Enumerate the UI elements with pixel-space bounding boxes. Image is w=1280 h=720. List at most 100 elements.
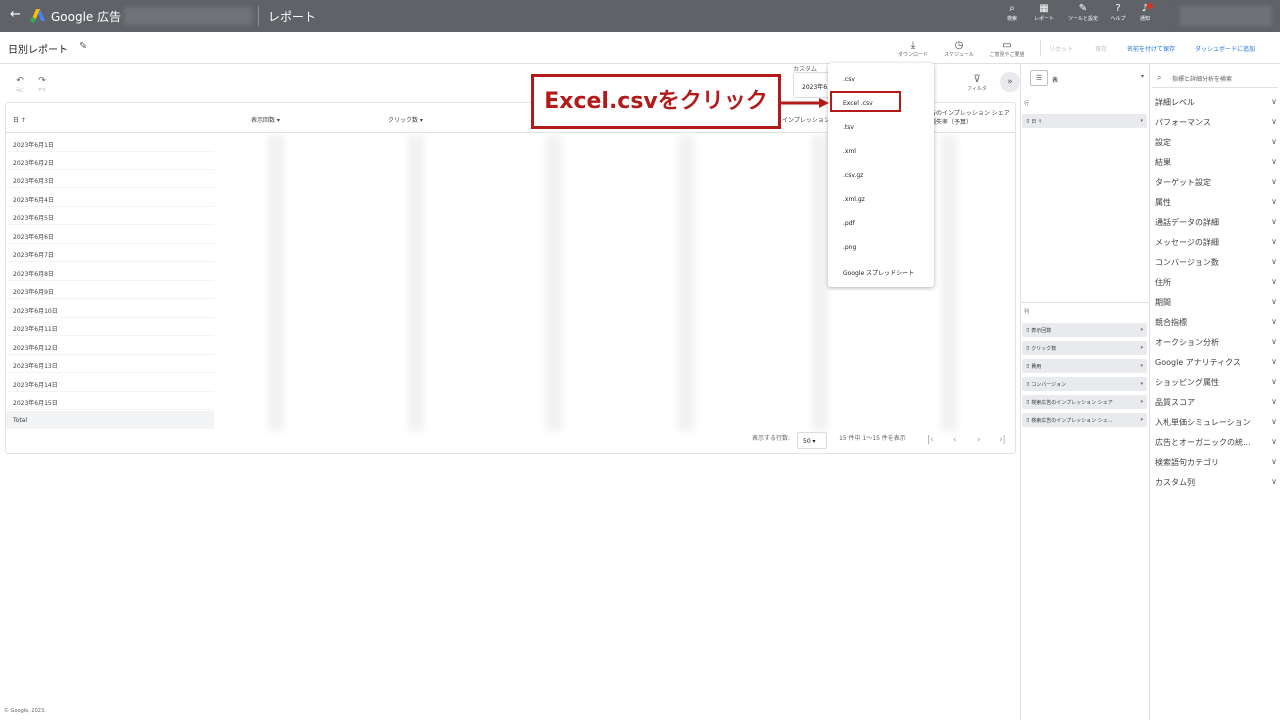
metric-category-item[interactable]: ショッピング属性 ∨ bbox=[1155, 377, 1277, 397]
schedule-button[interactable]: ◷ スケジュール bbox=[939, 40, 979, 58]
column-chip[interactable]: ⠿ クリック数 ▾ bbox=[1022, 341, 1147, 355]
notification-badge bbox=[1147, 3, 1153, 9]
metric-category-item[interactable]: カスタム列 ∨ bbox=[1155, 477, 1277, 497]
metric-category-item[interactable]: Google アナリティクス ∨ bbox=[1155, 357, 1277, 377]
table-row: 2023年6月2日 bbox=[6, 152, 214, 170]
prev-page-icon[interactable]: ‹ bbox=[953, 435, 957, 445]
first-page-icon[interactable]: |‹ bbox=[927, 435, 934, 445]
feedback-button[interactable]: ▭ ご意見やご要望 bbox=[987, 40, 1027, 58]
chevron-down-icon: ∨ bbox=[1271, 257, 1277, 266]
metric-category-item[interactable]: 競合指標 ∨ bbox=[1155, 317, 1277, 337]
metric-category-item[interactable]: 住所 ∨ bbox=[1155, 277, 1277, 297]
menu-item-tsv[interactable]: .tsv bbox=[828, 115, 934, 139]
column-header-date[interactable]: 日 ↑ bbox=[13, 115, 26, 124]
chevron-down-icon: ∨ bbox=[1271, 317, 1277, 326]
last-page-icon[interactable]: ›| bbox=[999, 435, 1006, 445]
save-button[interactable]: 保存 bbox=[1095, 44, 1107, 53]
chevron-down-icon: ∨ bbox=[1271, 377, 1277, 386]
row-chip-date[interactable]: ⠿ 日 ↑ ▾ bbox=[1022, 114, 1147, 128]
app-brand[interactable]: Google 広告 bbox=[51, 8, 121, 25]
chevron-down-icon: ∨ bbox=[1271, 117, 1277, 126]
chevron-down-icon: ∨ bbox=[1271, 417, 1277, 426]
blurred-values bbox=[408, 135, 424, 431]
column-header-impression-share[interactable]: インプレッション bbox=[782, 115, 830, 124]
blurred-values bbox=[812, 135, 828, 431]
table-row: 2023年6月14日 bbox=[6, 374, 214, 392]
expand-panel-button[interactable]: » bbox=[1000, 72, 1020, 92]
columns-section-label: 列 bbox=[1024, 309, 1030, 315]
metric-category-item[interactable]: 入札単価シミュレーション ∨ bbox=[1155, 417, 1277, 437]
chevron-down-icon: ∨ bbox=[1271, 477, 1277, 486]
column-header-impressions[interactable]: 表示回数 ▾ bbox=[251, 115, 280, 124]
edit-pencil-icon[interactable]: ✎ bbox=[79, 41, 87, 52]
reports-icon: ▦ bbox=[1039, 3, 1049, 14]
metric-category-item[interactable]: 結果 ∨ bbox=[1155, 157, 1277, 177]
filter-button[interactable]: ⊽ フィルタ bbox=[960, 74, 994, 92]
redo-button[interactable]: ↷ やり bbox=[35, 76, 49, 92]
menu-item-png[interactable]: .png bbox=[828, 235, 934, 259]
column-chip[interactable]: ⠿ 検索広告のインプレッション シェア ▾ bbox=[1022, 395, 1147, 409]
table-icon: ☰ bbox=[1030, 70, 1048, 86]
column-header-clicks[interactable]: クリック数 ▾ bbox=[388, 115, 423, 124]
pagination-range: 15 件中 1～15 件を表示 bbox=[839, 435, 906, 442]
redo-icon: ↷ bbox=[38, 76, 46, 86]
menu-item-pdf[interactable]: .pdf bbox=[828, 211, 934, 235]
download-button[interactable]: ⤓ ダウンロード bbox=[893, 40, 933, 58]
undo-icon: ↶ bbox=[16, 76, 24, 86]
topbar-tools-button[interactable]: ✎ ツールと設定 bbox=[1066, 3, 1100, 22]
rows-per-page-select[interactable]: 50 ▾ bbox=[797, 432, 827, 449]
column-chip[interactable]: ⠿ 表示回数 ▾ bbox=[1022, 323, 1147, 337]
metric-category-item[interactable]: 属性 ∨ bbox=[1155, 197, 1277, 217]
metric-category-item[interactable]: 広告とオーガニックの統... ∨ bbox=[1155, 437, 1277, 457]
visualization-select[interactable]: ☰ 表 ▾ bbox=[1028, 70, 1144, 88]
reset-button[interactable]: リセット bbox=[1049, 44, 1073, 53]
feedback-icon: ▭ bbox=[1002, 40, 1012, 51]
next-page-icon[interactable]: › bbox=[977, 435, 981, 445]
chevron-down-icon: ∨ bbox=[1271, 97, 1277, 106]
search-icon: ⌕ bbox=[1009, 3, 1015, 14]
metric-category-item[interactable]: 詳細レベル ∨ bbox=[1155, 97, 1277, 117]
menu-item-csv-gz[interactable]: .csv.gz bbox=[828, 163, 934, 187]
page-title: レポート bbox=[268, 10, 317, 24]
back-arrow-icon[interactable]: ← bbox=[10, 7, 21, 22]
column-chip[interactable]: ⠿ 費用 ▾ bbox=[1022, 359, 1147, 373]
topbar-reports-button[interactable]: ▦ レポート bbox=[1027, 3, 1061, 22]
metric-category-item[interactable]: オークション分析 ∨ bbox=[1155, 337, 1277, 357]
chevron-down-icon: ∨ bbox=[1271, 297, 1277, 306]
menu-item-google-sheets[interactable]: Google スプレッドシート bbox=[828, 259, 934, 283]
annotation-arrow-icon bbox=[781, 98, 829, 108]
metric-category-item[interactable]: 通話データの詳細 ∨ bbox=[1155, 217, 1277, 237]
menu-item-xml[interactable]: .xml bbox=[828, 139, 934, 163]
menu-item-csv[interactable]: .csv bbox=[828, 67, 934, 91]
metric-category-item[interactable]: コンバージョン数 ∨ bbox=[1155, 257, 1277, 277]
metric-category-item[interactable]: 検索語句カテゴリ ∨ bbox=[1155, 457, 1277, 477]
metric-category-item[interactable]: 品質スコア ∨ bbox=[1155, 397, 1277, 417]
save-as-button[interactable]: 名前を付けて保存 bbox=[1127, 44, 1175, 53]
metric-category-item[interactable]: ターゲット設定 ∨ bbox=[1155, 177, 1277, 197]
chevron-down-icon: ∨ bbox=[1271, 397, 1277, 406]
table-row: 2023年6月15日 bbox=[6, 392, 214, 410]
metric-category-item[interactable]: 期間 ∨ bbox=[1155, 297, 1277, 317]
rows-section-label: 行 bbox=[1024, 101, 1030, 107]
chevron-down-icon: ∨ bbox=[1271, 177, 1277, 186]
search-icon: ⌕ bbox=[1157, 73, 1162, 82]
topbar-search-button[interactable]: ⌕ 検索 bbox=[995, 3, 1029, 22]
google-ads-logo-icon bbox=[30, 9, 45, 23]
metric-category-item[interactable]: 設定 ∨ bbox=[1155, 137, 1277, 157]
table-row: 2023年6月13日 bbox=[6, 355, 214, 373]
undo-button[interactable]: ↶ 元に bbox=[13, 76, 27, 92]
rows-per-page-label: 表示する行数: bbox=[752, 435, 791, 442]
topbar-notifications-button[interactable]: ♪ 通知 bbox=[1128, 3, 1162, 22]
dropdown-arrow-icon: ▾ bbox=[1140, 73, 1144, 80]
column-chip[interactable]: ⠿ コンバージョン ▾ bbox=[1022, 377, 1147, 391]
metrics-search-input[interactable]: ⌕ 指標と詳細分析を検索 bbox=[1152, 68, 1278, 88]
menu-item-xml-gz[interactable]: .xml.gz bbox=[828, 187, 934, 211]
user-account-redacted[interactable] bbox=[1180, 6, 1272, 26]
add-to-dashboard-button[interactable]: ダッシュボードに追加 bbox=[1195, 44, 1255, 53]
metric-category-item[interactable]: メッセージの詳細 ∨ bbox=[1155, 237, 1277, 257]
account-name-redacted[interactable] bbox=[124, 7, 252, 25]
blurred-values bbox=[678, 135, 694, 431]
metric-category-item[interactable]: パフォーマンス ∨ bbox=[1155, 117, 1277, 137]
column-header-lost-is-budget[interactable]: 告のインプレッション シェア損失率（予算） bbox=[930, 109, 1014, 127]
column-chip[interactable]: ⠿ 検索広告のインプレッション シェ... ▾ bbox=[1022, 413, 1147, 427]
